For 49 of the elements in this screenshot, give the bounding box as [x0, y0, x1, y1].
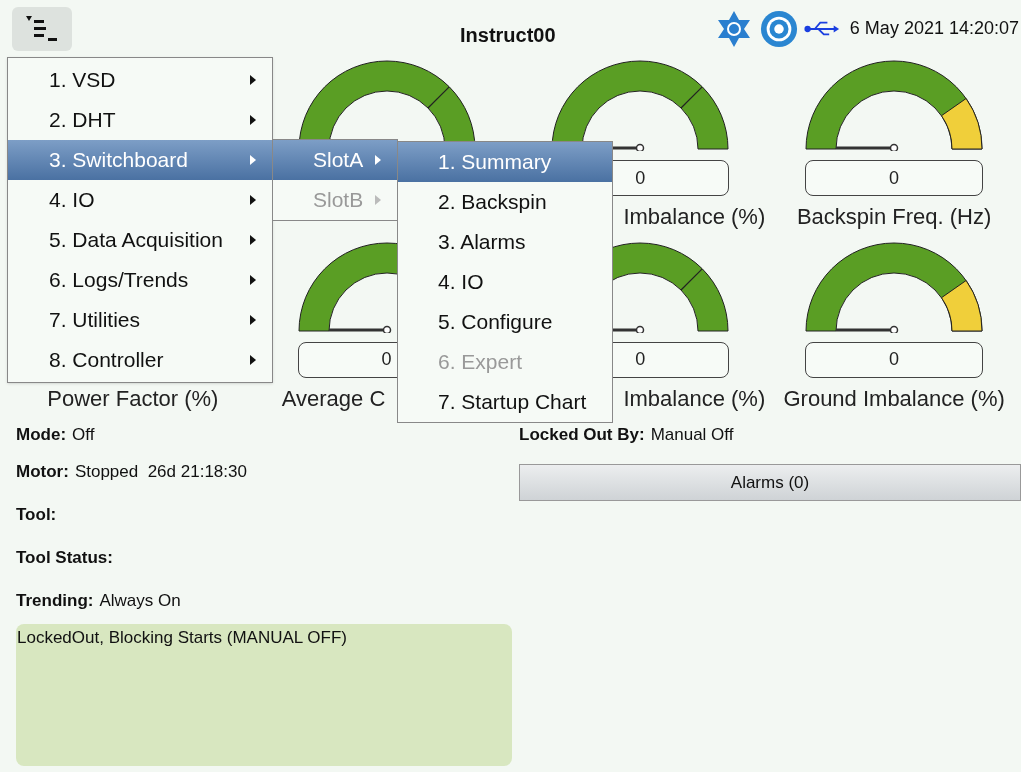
- status-message: LockedOut, Blocking Starts (MANUAL OFF): [17, 628, 348, 647]
- locked-out-label: Locked Out By:: [519, 424, 645, 447]
- info-value: Stopped 26d 21:18:30: [74, 460, 247, 483]
- submenu-arrow-icon: [250, 75, 256, 85]
- menu-item[interactable]: 4. IO: [398, 262, 612, 302]
- usb-icon: [803, 19, 840, 38]
- info-label: Tool:: [16, 503, 57, 526]
- menu-item[interactable]: 7. Utilities: [8, 300, 272, 340]
- info-value: Always On: [99, 589, 181, 612]
- window-title: Instruct00: [460, 23, 556, 48]
- target-icon: [759, 9, 798, 48]
- gauge-label: Average C: [281, 384, 386, 413]
- submenu-arrow-icon: [375, 195, 381, 205]
- value-display: 0: [805, 160, 984, 196]
- submenu-arrow-icon: [250, 315, 256, 325]
- submenu-arrow-icon: [250, 155, 256, 165]
- menu-item[interactable]: 3. Alarms: [398, 222, 612, 262]
- locked-out-value: Manual Off: [650, 424, 734, 447]
- submenu-arrow-icon: [375, 155, 381, 165]
- menu-item[interactable]: 4. IO: [8, 180, 272, 220]
- info-label: Tool Status:: [16, 546, 113, 569]
- submenu-arrow-icon: [250, 235, 256, 245]
- alarms-button[interactable]: Alarms (0): [519, 464, 1021, 501]
- menu-item[interactable]: 8. Controller: [8, 340, 272, 380]
- submenu-arrow-icon: [250, 275, 256, 285]
- submenu-arrow-icon: [250, 195, 256, 205]
- info-label: Motor:: [16, 460, 69, 483]
- info-label: Mode:: [16, 424, 67, 447]
- menu-item[interactable]: 1. Summary: [398, 142, 612, 182]
- menu-item[interactable]: 5. Configure: [398, 302, 612, 342]
- date-time: 6 May 2021 14:20:07: [849, 17, 1019, 40]
- menu-item[interactable]: 7. Startup Chart: [398, 382, 612, 422]
- menu-item[interactable]: 3. Switchboard: [8, 140, 272, 180]
- submenu-arrow-icon: [250, 355, 256, 365]
- gauge-label: Imbalance (%): [623, 384, 766, 413]
- menu-button[interactable]: [12, 6, 72, 51]
- menu-item[interactable]: 2. DHT: [8, 100, 272, 140]
- menu-item[interactable]: 5. Data Acquisition: [8, 220, 272, 260]
- submenu-arrow-icon: [250, 115, 256, 125]
- gauge-label: Ground Imbalance (%): [783, 384, 1005, 413]
- menu-item[interactable]: SlotA: [273, 140, 397, 180]
- menu-item[interactable]: 6. Logs/Trends: [8, 260, 272, 300]
- menu-item[interactable]: 1. VSD: [8, 60, 272, 100]
- value-display: 0: [805, 341, 984, 378]
- gauge-label: Power Factor (%): [47, 384, 219, 413]
- gauge-label: Backspin Freq. (Hz): [796, 203, 992, 231]
- info-value: Off: [72, 424, 95, 447]
- info-label: Trending:: [16, 589, 94, 612]
- gauge-label: Imbalance (%): [623, 203, 766, 231]
